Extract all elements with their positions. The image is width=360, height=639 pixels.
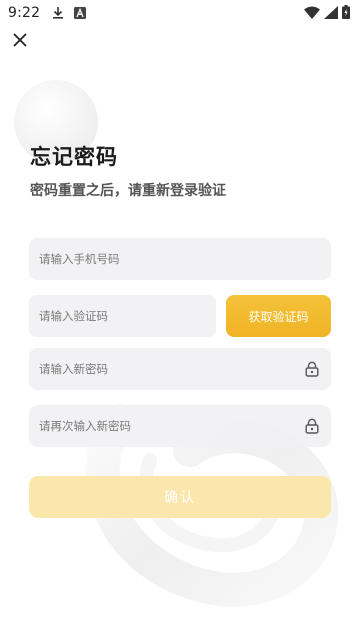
confirm-button[interactable]: 确认 [29, 476, 331, 518]
get-code-button[interactable]: 获取验证码 [226, 295, 331, 337]
code-field[interactable] [29, 295, 216, 337]
signal-icon [324, 4, 338, 23]
battery-icon [342, 4, 350, 23]
notification-a-icon [74, 4, 87, 23]
lock-icon [305, 361, 319, 377]
wifi-icon [304, 4, 320, 23]
phone-field[interactable] [29, 238, 331, 280]
page-title: 忘记密码 [30, 145, 118, 169]
status-bar: 9:22 [0, 0, 360, 26]
new-password-field[interactable] [29, 348, 331, 390]
status-time: 9:22 [8, 5, 41, 21]
close-button[interactable] [8, 28, 32, 52]
lock-icon [305, 418, 319, 434]
new-password-input[interactable] [39, 362, 297, 376]
confirm-password-field[interactable] [29, 405, 331, 447]
download-icon [52, 4, 64, 23]
phone-input[interactable] [39, 252, 319, 266]
page-subtitle: 密码重置之后，请重新登录验证 [30, 183, 226, 199]
confirm-password-input[interactable] [39, 419, 297, 433]
code-input[interactable] [39, 309, 204, 323]
close-icon [13, 33, 27, 47]
